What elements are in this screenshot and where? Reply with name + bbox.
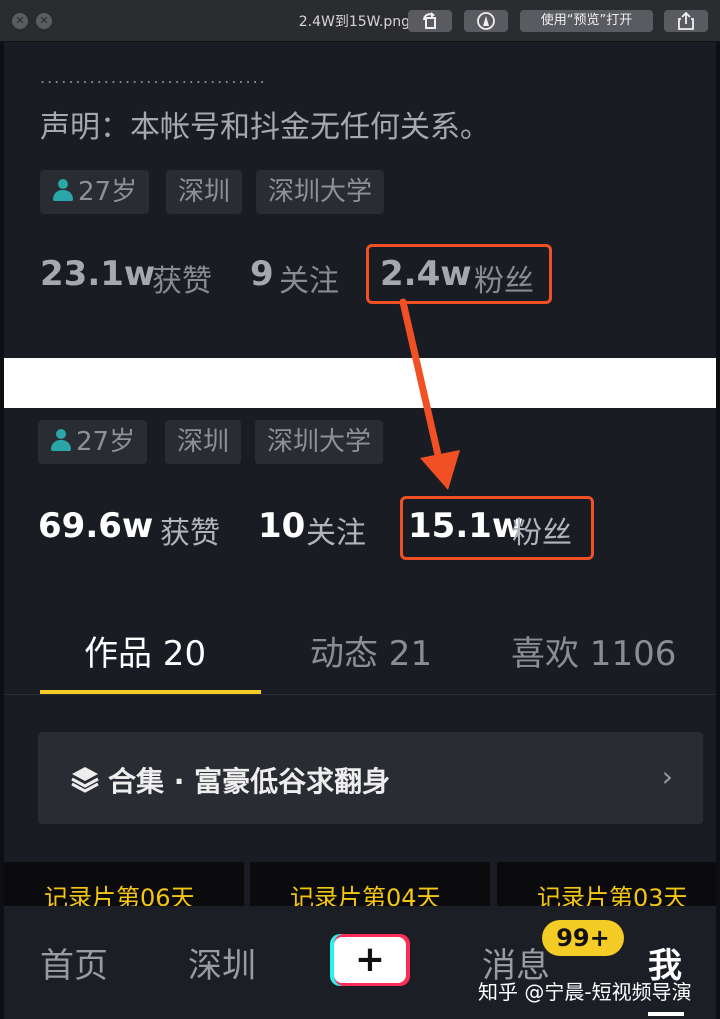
nav-city[interactable]: 深圳 <box>188 938 256 987</box>
create-video-button[interactable]: + <box>330 934 410 986</box>
tabs-divider <box>4 694 716 695</box>
collection-row[interactable]: 合集 · 富豪低谷求翻身 › <box>38 732 703 824</box>
tab-works[interactable]: 作品 20 <box>84 626 206 675</box>
video-thumbnail[interactable]: 记录片第04天 <box>250 862 490 906</box>
video-thumbnail[interactable]: 记录片第03天 <box>497 862 716 906</box>
chevron-right-icon: › <box>661 760 673 793</box>
tab-activity[interactable]: 动态 21 <box>310 626 432 675</box>
me-active-indicator <box>648 1012 684 1016</box>
tab-likes[interactable]: 喜欢 1106 <box>511 626 676 675</box>
thumbnail-caption: 记录片第03天 <box>537 884 688 906</box>
layers-icon <box>71 767 99 793</box>
plus-icon: + <box>334 937 406 983</box>
thumbnail-caption: 记录片第04天 <box>290 884 441 906</box>
collection-title: 合集 · 富豪低谷求翻身 <box>108 765 391 798</box>
thumbnail-caption: 记录片第06天 <box>44 884 195 906</box>
nav-home[interactable]: 首页 <box>40 938 108 987</box>
zhihu-watermark: 知乎 @宁晨-短视频导演 <box>478 980 692 1004</box>
active-tab-indicator <box>40 690 261 694</box>
video-thumbnail[interactable]: 记录片第06天 <box>4 862 244 906</box>
message-badge: 99+ <box>542 920 624 956</box>
